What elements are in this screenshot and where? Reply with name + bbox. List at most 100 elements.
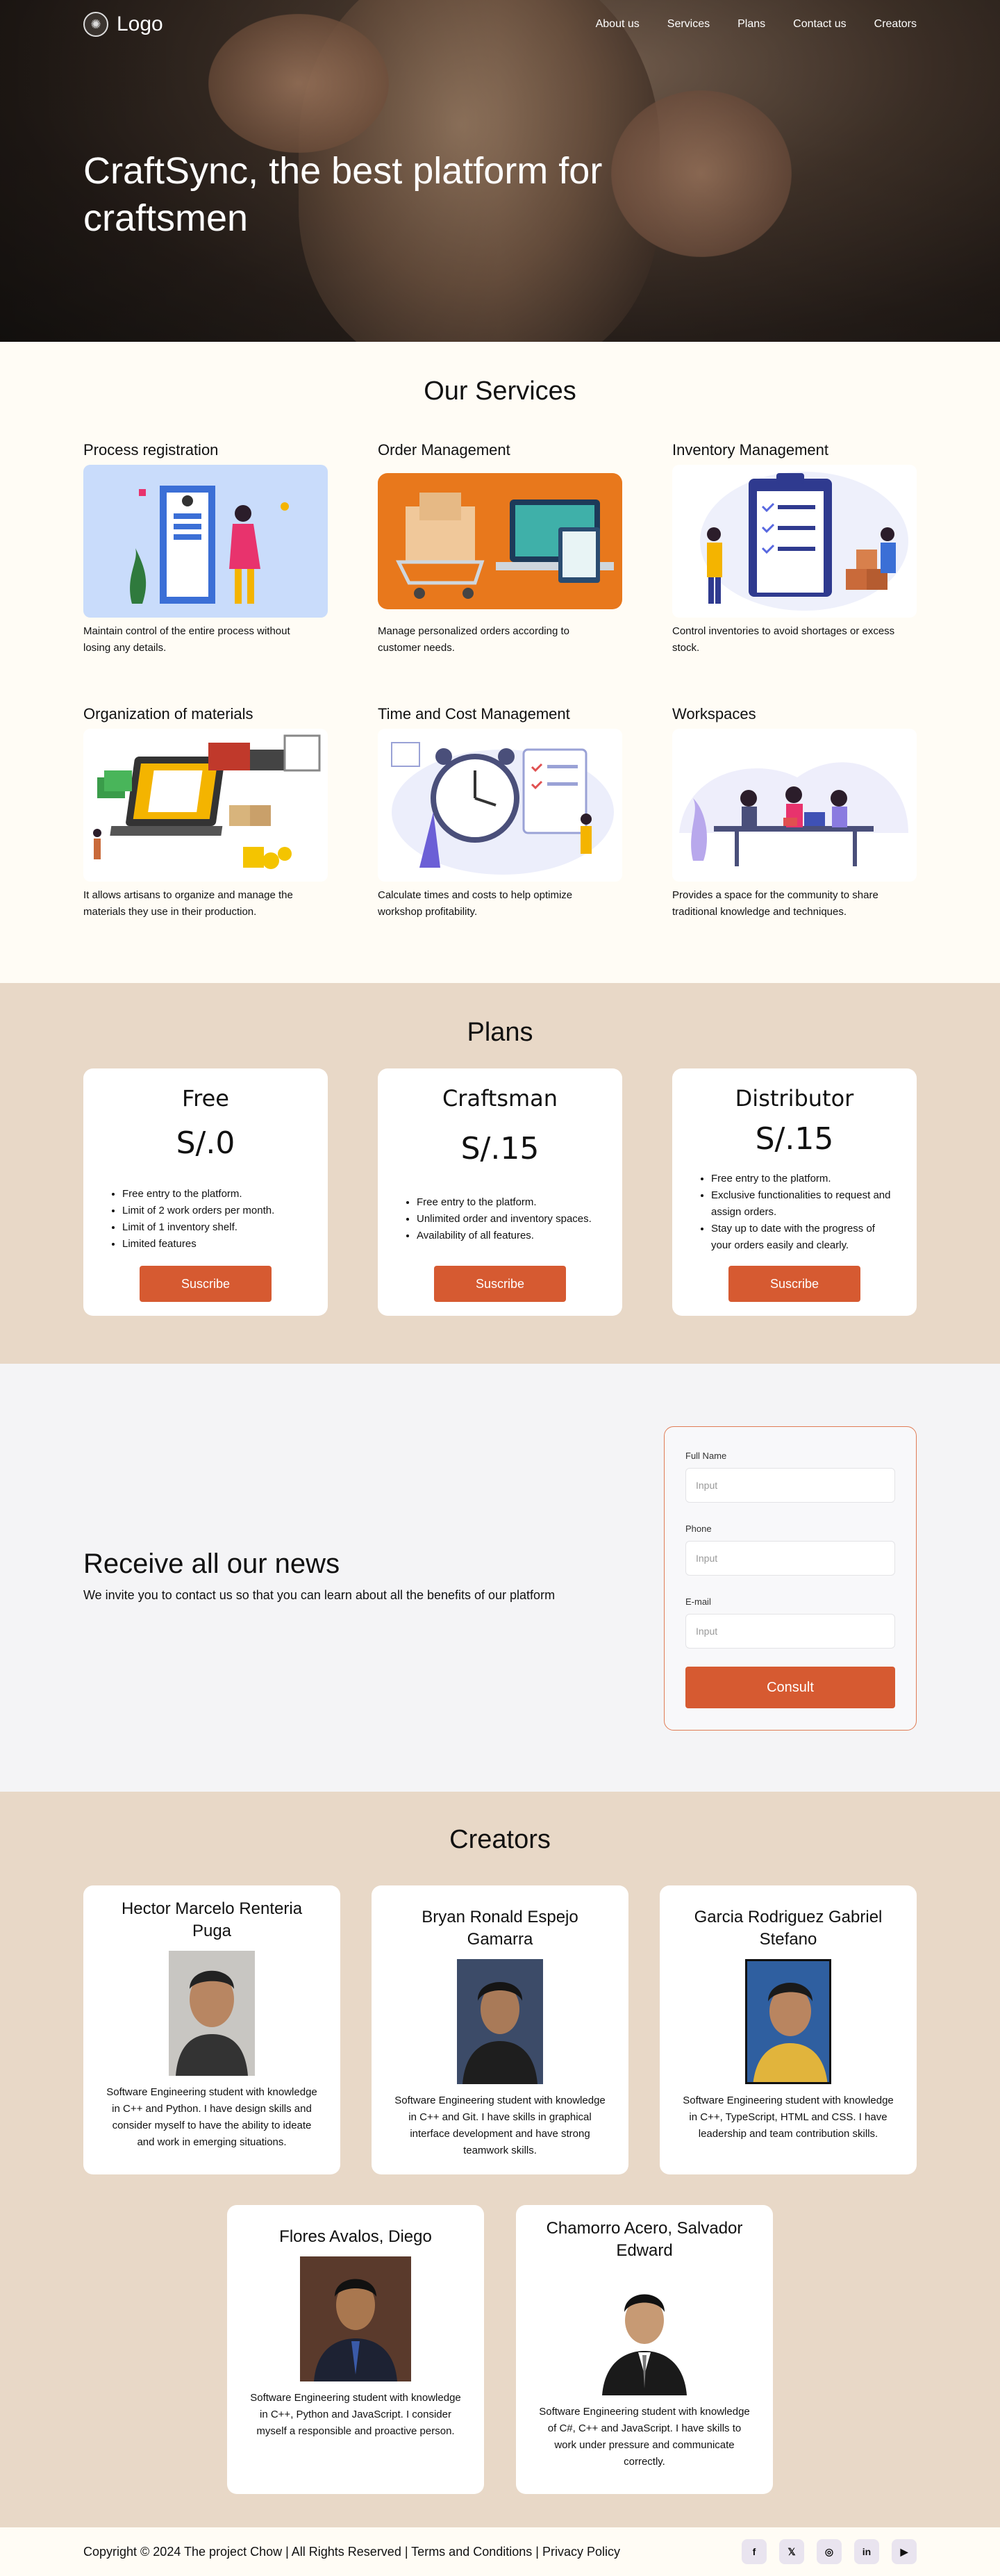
creator-card: Chamorro Acero, Salvador Edward Software… [516,2205,773,2494]
service-card: Order Management Manage personalized ord… [378,441,622,657]
nav-link-plans[interactable]: Plans [738,18,765,31]
hero-title: CraftSync, the best platform for craftsm… [83,150,603,239]
creator-photo [300,2256,411,2381]
service-title: Process registration [83,441,219,459]
workspaces-illustration [672,729,917,882]
plan-feature: Free entry to the platform. [417,1194,597,1211]
plan-feature: Free entry to the platform. [711,1171,892,1187]
phone-input[interactable] [685,1541,895,1576]
time-cost-management-illustration [378,729,622,882]
service-card: Workspaces Provides a space for the comm… [672,705,917,920]
service-card: Process registration Maintain control of… [83,441,328,657]
plan-card-free: Free S/.0 Free entry to the platform. Li… [83,1068,328,1316]
creators-title: Creators [449,1825,551,1854]
linkedin-icon[interactable]: in [854,2539,879,2564]
plan-features: Free entry to the platform. Limit of 2 w… [108,1186,303,1253]
creator-name: Garcia Rodriguez Gabriel Stefano [694,1908,883,1949]
newsletter-section: Receive all our news We invite you to co… [0,1364,1000,1792]
inventory-management-illustration [672,465,917,618]
logo-text: Logo [117,13,163,35]
creator-photo [745,1959,831,2084]
service-title: Order Management [378,441,510,459]
services-section: Our Services Process registration Mainta… [0,342,1000,983]
creator-name: Flores Avalos, Diego [279,2227,432,2246]
creator-card: Flores Avalos, Diego Software Engineerin… [227,2205,484,2494]
creator-bio: Software Engineering student with knowle… [683,2095,894,2140]
service-title: Organization of materials [83,705,253,723]
facebook-icon[interactable]: f [742,2539,767,2564]
nav-link-services[interactable]: Services [667,18,710,31]
plan-feature: Availability of all features. [417,1228,597,1244]
plan-feature: Limited features [122,1236,303,1253]
process-registration-illustration [83,465,328,618]
nav-links: About us Services Plans Contact us Creat… [596,18,917,31]
creator-photo [592,2270,697,2395]
plan-feature: Unlimited order and inventory spaces. [417,1211,597,1228]
creator-card: Garcia Rodriguez Gabriel Stefano Softwar… [660,1885,917,2174]
twitter-icon[interactable]: 𝕏 [779,2539,804,2564]
service-title: Workspaces [672,705,756,723]
service-description: Provides a space for the community to sh… [672,889,878,918]
logo-icon: ✺ [83,12,108,37]
services-grid: Process registration Maintain control of… [83,441,917,920]
order-management-illustration [378,465,622,618]
youtube-icon[interactable]: ▶ [892,2539,917,2564]
service-description: Control inventories to avoid shortages o… [672,625,895,654]
service-description: Calculate times and costs to help optimi… [378,889,573,918]
top-navbar: ✺ Logo About us Services Plans Contact u… [0,0,1000,49]
service-title: Inventory Management [672,441,829,459]
newsletter-text: Receive all our news We invite you to co… [83,1549,555,1603]
creator-bio: Software Engineering student with knowle… [539,2406,750,2468]
nav-link-creators[interactable]: Creators [874,18,917,31]
creator-card: Hector Marcelo Renteria Puga Software En… [83,1885,340,2174]
creator-bio: Software Engineering student with knowle… [106,2086,317,2148]
service-description: Maintain control of the entire process w… [83,625,290,654]
subscribe-button[interactable]: Suscribe [434,1266,566,1302]
plan-features: Free entry to the platform. Unlimited or… [403,1194,597,1244]
creator-photo [169,1951,255,2076]
email-input[interactable] [685,1614,895,1649]
plan-feature: Exclusive functionalities to request and… [711,1187,892,1221]
creator-bio: Software Engineering student with knowle… [250,2392,461,2437]
copyright-text: Copyright © 2024 The project Chow | All … [83,2544,620,2559]
organization-materials-illustration [83,729,328,882]
plan-price: S/.15 [460,1131,540,1166]
creator-name: Chamorro Acero, Salvador Edward [546,2219,743,2260]
plan-price: S/.0 [176,1125,235,1161]
footer: Copyright © 2024 The project Chow | All … [0,2527,1000,2576]
logo[interactable]: ✺ Logo [83,12,163,37]
service-card: Inventory Management Control inventories… [672,441,917,657]
service-description: It allows artisans to organize and manag… [83,889,293,918]
plan-feature: Limit of 2 work orders per month. [122,1203,303,1219]
plan-name: Free [182,1085,229,1112]
fullname-input[interactable] [685,1468,895,1503]
subscribe-button[interactable]: Suscribe [140,1266,272,1302]
fullname-label: Full Name [685,1451,727,1461]
newsletter-title: Receive all our news [83,1549,340,1579]
plan-feature: Limit of 1 inventory shelf. [122,1219,303,1236]
nav-link-about-us[interactable]: About us [596,18,640,31]
plan-name: Craftsman [442,1085,558,1112]
plan-card-craftsman: Craftsman S/.15 Free entry to the platfo… [378,1068,622,1316]
newsletter-subtitle: We invite you to contact us so that you … [83,1588,556,1602]
plan-feature: Free entry to the platform. [122,1186,303,1203]
phone-label: Phone [685,1524,712,1534]
consult-button[interactable]: Consult [685,1667,895,1708]
hero-section: ✺ Logo About us Services Plans Contact u… [0,0,1000,342]
plan-price: S/.15 [755,1121,834,1157]
plan-feature: Stay up to date with the progress of you… [711,1221,892,1254]
nav-link-contact-us[interactable]: Contact us [793,18,846,31]
service-title: Time and Cost Management [378,705,570,723]
creator-photo [457,1959,543,2084]
plan-card-distributor: Distributor S/.15 Free entry to the plat… [672,1068,917,1316]
creator-card: Bryan Ronald Espejo Gamarra Software Eng… [372,1885,628,2174]
creators-row: Flores Avalos, Diego Software Engineerin… [83,2205,917,2494]
contact-form: Full Name Phone E-mail Consult [664,1426,917,1731]
creator-name: Hector Marcelo Renteria Puga [121,1899,303,1940]
service-card: Time and Cost Management Calculate times… [378,705,622,920]
creators-section: Creators Hector Marcelo Renteria Puga So… [0,1792,1000,2527]
subscribe-button[interactable]: Suscribe [728,1266,860,1302]
plan-name: Distributor [735,1085,854,1112]
plans-grid: Free S/.0 Free entry to the platform. Li… [83,1068,917,1316]
instagram-icon[interactable]: ◎ [817,2539,842,2564]
